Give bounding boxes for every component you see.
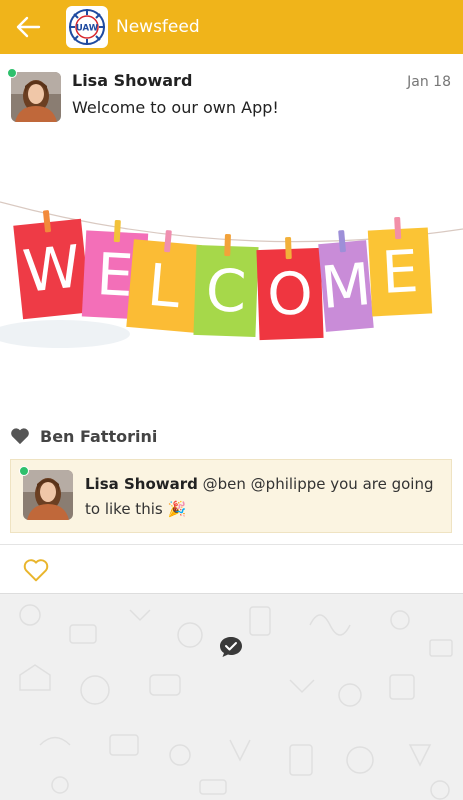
heart-icon — [11, 428, 29, 445]
author-avatar[interactable] — [11, 72, 61, 122]
banner-letter: O — [266, 259, 314, 329]
online-indicator — [7, 68, 17, 78]
banner-letter: C — [205, 256, 248, 325]
welcome-banner-image[interactable]: WELCOME — [0, 184, 463, 394]
clothespin — [224, 233, 231, 257]
post-card: Lisa Showard Jan 18 Welcome to our own A… — [0, 54, 463, 594]
banner-flag: O — [256, 236, 324, 341]
back-button[interactable] — [0, 0, 56, 54]
clothespin — [394, 216, 402, 240]
post-author[interactable]: Lisa Showard — [72, 71, 192, 90]
banner-letter: E — [380, 237, 420, 307]
divider — [0, 544, 463, 545]
clothespin — [285, 236, 292, 260]
banner-flag: M — [318, 230, 374, 332]
page-title: Newsfeed — [116, 17, 200, 37]
comment-author[interactable]: Lisa Showard — [85, 475, 198, 493]
banner-flag: W — [13, 210, 91, 320]
doodle-background — [19, 604, 453, 800]
svg-text:UAW: UAW — [76, 24, 99, 34]
like-button[interactable] — [20, 554, 52, 586]
comment-box: Lisa Showard @ben @philippe you are goin… — [10, 459, 452, 533]
banner-flag: L — [126, 230, 202, 333]
app-header: UAW Newsfeed — [0, 0, 463, 54]
arrow-left-icon — [16, 16, 41, 38]
chat-check-icon[interactable] — [218, 635, 244, 659]
chat-area — [0, 595, 463, 800]
liker-name[interactable]: Ben Fattorini — [40, 427, 157, 446]
banner-flag: E — [367, 216, 433, 317]
likers-row: Ben Fattorini — [10, 424, 157, 448]
banner-letter: L — [145, 251, 183, 322]
banner-flag: C — [193, 233, 259, 338]
post-header: Lisa Showard Jan 18 Welcome to our own A… — [0, 66, 463, 126]
banner-shadow — [0, 320, 130, 348]
app-logo: UAW — [66, 6, 108, 48]
clothespin — [113, 219, 121, 243]
post-date: Jan 18 — [407, 74, 451, 90]
comment-avatar[interactable] — [23, 470, 73, 520]
post-text: Welcome to our own App! — [72, 98, 279, 117]
comment-online-indicator — [19, 466, 29, 476]
comment-body: Lisa Showard @ben @philippe you are goin… — [85, 472, 440, 522]
banner-letter: W — [20, 232, 84, 306]
banner-letter: M — [318, 250, 374, 322]
heart-outline-icon — [23, 559, 49, 582]
